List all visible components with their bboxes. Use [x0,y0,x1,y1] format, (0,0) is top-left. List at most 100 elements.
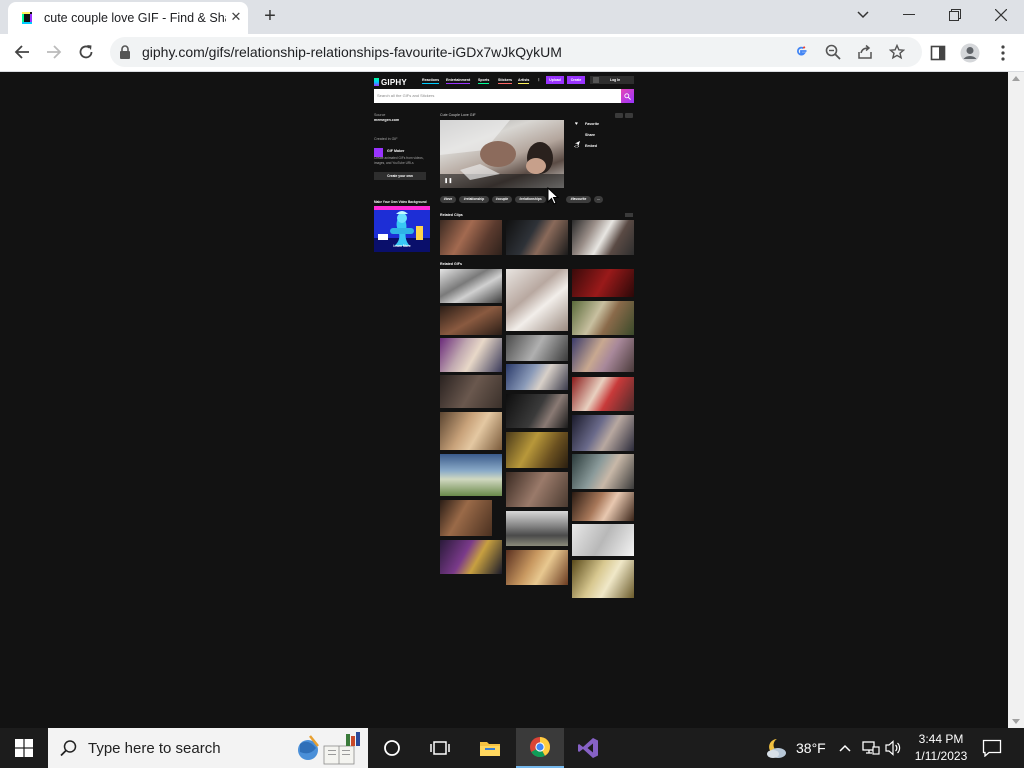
related-gif-thumbnail[interactable] [440,306,502,335]
gif-maker-title[interactable]: GIF Maker [387,149,404,153]
more-tags-button[interactable]: ... [594,196,603,203]
minimize-icon[interactable] [886,0,932,30]
lock-icon[interactable] [119,45,131,59]
browser-tab[interactable]: cute couple love GIF - Find & Share on G… [8,2,248,34]
source-link[interactable]: memegen.com [374,118,399,122]
scroll-up-icon[interactable] [1012,76,1020,81]
network-icon[interactable] [862,740,880,756]
side-panel-icon[interactable] [928,43,948,63]
related-gif-thumbnail[interactable] [506,364,568,390]
related-clip-thumbnail[interactable] [506,220,568,255]
related-gif-thumbnail[interactable] [440,269,502,303]
related-gif-thumbnail[interactable] [506,269,568,331]
task-view-icon[interactable] [416,728,464,768]
file-explorer-icon[interactable] [466,728,514,768]
favorite-button[interactable]: Favorite [585,122,599,126]
related-gif-thumbnail[interactable] [440,338,502,372]
google-lens-icon[interactable] [792,43,810,61]
create-your-own-button[interactable]: Create your own [374,172,426,180]
volume-icon[interactable] [884,740,902,756]
action-center-icon[interactable] [982,739,1002,758]
related-clips-more-icon[interactable] [625,213,633,217]
nav-artists[interactable]: Artists [518,78,530,84]
related-gif-thumbnail[interactable] [440,412,502,450]
restore-icon[interactable] [932,0,978,30]
nav-stickers[interactable]: Stickers [498,78,512,84]
search-icon[interactable] [621,89,634,103]
zoom-icon[interactable] [824,43,842,61]
related-gif-thumbnail[interactable] [440,454,502,496]
new-tab-button[interactable]: + [258,5,282,29]
related-gif-thumbnail[interactable] [440,500,492,536]
related-gif-thumbnail[interactable] [572,377,634,411]
profile-avatar-icon[interactable] [960,43,980,63]
tag-chip[interactable]: #love [440,196,456,203]
address-bar[interactable]: giphy.com/gifs/relationship-relationship… [110,37,922,67]
weather-icon[interactable] [762,736,788,760]
related-gif-thumbnail[interactable] [572,524,634,556]
related-gif-thumbnail[interactable] [506,511,568,546]
gif-maker-description: Create animated GIFs from videos, images… [374,156,424,165]
nav-more-icon[interactable]: ⋮ [537,78,541,83]
login-button[interactable]: Log In [590,76,634,84]
tag-chip[interactable]: #favourite [566,196,591,203]
cortana-icon[interactable] [368,728,416,768]
temperature-readout[interactable]: 38°F [796,740,826,756]
upload-button[interactable]: Upload [546,76,564,84]
related-gif-thumbnail[interactable] [506,432,568,468]
heart-icon[interactable]: ♥ [575,122,581,127]
pause-icon[interactable]: ❚❚ [444,178,452,184]
reload-icon[interactable] [72,38,100,66]
chrome-taskbar-icon[interactable] [516,728,564,768]
related-gif-thumbnail[interactable] [506,550,568,585]
related-gif-thumbnail[interactable] [506,394,568,428]
main-gif[interactable]: ❚❚ [440,120,564,188]
related-gif-thumbnail[interactable] [572,492,634,521]
related-gif-thumbnail[interactable] [572,269,634,297]
related-gif-thumbnail[interactable] [440,540,502,574]
related-gif-thumbnail[interactable] [572,338,634,372]
nav-sports[interactable]: Sports [478,78,490,84]
related-gif-thumbnail[interactable] [506,472,568,507]
forward-icon[interactable] [40,38,68,66]
related-gif-thumbnail[interactable] [572,454,634,489]
next-gif-icon[interactable] [625,113,633,118]
nav-entertainment[interactable]: Entertainment [446,78,471,84]
share-button[interactable]: Share [585,133,595,137]
related-clip-thumbnail[interactable] [572,220,634,255]
related-clip-thumbnail[interactable] [440,220,502,255]
prev-gif-icon[interactable] [615,113,623,118]
related-gif-thumbnail[interactable] [572,301,634,335]
tab-search-icon[interactable] [840,0,886,30]
close-window-icon[interactable] [978,0,1024,30]
scroll-down-icon[interactable] [1012,719,1020,724]
tag-chip[interactable]: #couple [492,196,512,203]
related-gif-thumbnail[interactable] [572,560,634,598]
paper-plane-icon[interactable] [575,133,581,146]
related-gif-thumbnail[interactable] [572,415,634,451]
tab-close-icon[interactable]: ✕ [228,9,244,25]
page-scrollbar[interactable] [1008,72,1024,728]
share-icon[interactable] [856,43,874,61]
giphy-favicon-icon [22,12,32,24]
related-gif-thumbnail[interactable] [440,375,502,408]
tray-overflow-chevron-icon[interactable] [838,741,852,755]
giphy-search-input[interactable]: Search all the GIFs and Stickers [374,89,621,103]
chrome-menu-icon[interactable] [993,43,1013,63]
visual-studio-icon[interactable] [564,728,612,768]
back-icon[interactable] [8,38,36,66]
windows-start-icon[interactable] [0,728,48,768]
related-gif-thumbnail[interactable] [506,335,568,361]
system-clock[interactable]: 3:44 PM 1/11/2023 [908,731,974,765]
ad-learn-more[interactable]: Learn More [374,244,430,248]
tag-chip[interactable]: #relationship [459,196,489,203]
embed-button[interactable]: Embed [585,144,597,148]
create-button[interactable]: Create [567,76,585,84]
ad-banner[interactable]: Learn More [374,206,430,252]
embed-code-icon[interactable]: <> [574,144,579,149]
taskbar-search-input[interactable]: Type here to search [48,728,368,768]
nav-reactions[interactable]: Reactions [422,78,440,84]
bookmark-star-icon[interactable] [888,43,906,61]
tag-chip[interactable]: #relationships [515,196,546,203]
giphy-logo[interactable]: GIPHY [374,76,407,88]
